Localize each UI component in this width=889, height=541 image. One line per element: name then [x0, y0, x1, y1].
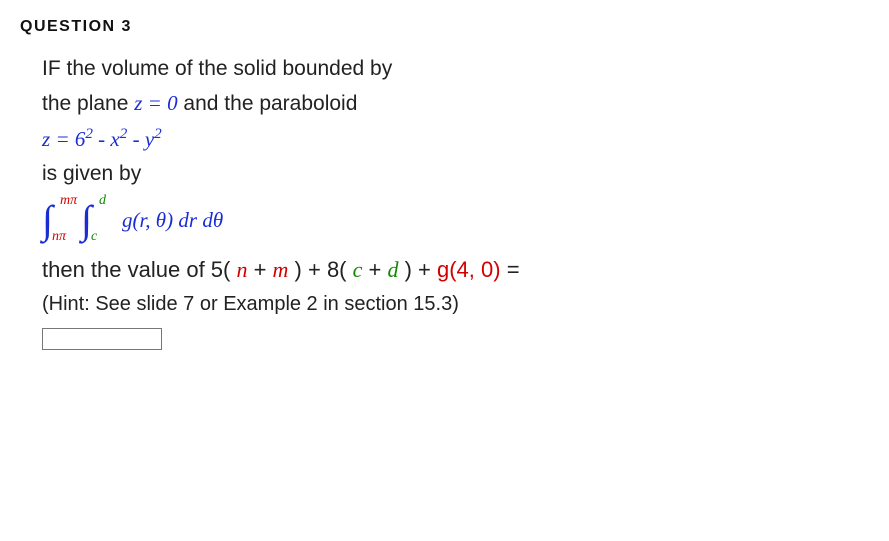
var-d: d: [387, 257, 398, 282]
eq-plane: z = 0: [134, 91, 177, 115]
then-plus-1: +: [247, 257, 272, 282]
line-4: is given by: [42, 159, 869, 189]
double-integral: ∫ mπ nπ ∫ d c g(r, θ) dr dθ: [42, 200, 223, 240]
outer-upper-limit: mπ: [60, 194, 77, 208]
inner-upper-limit: d: [99, 194, 106, 208]
eq-minus-1: -: [93, 127, 111, 151]
question-header: QUESTION 3: [20, 18, 869, 36]
eq-minus-2: -: [127, 127, 145, 151]
then-equals: =: [501, 257, 520, 282]
integrand-g: g: [122, 208, 133, 232]
integrand-theta: θ: [156, 208, 166, 232]
outer-lower-limit: nπ: [52, 230, 66, 244]
eq-equals: =: [50, 127, 75, 151]
question-body: IF the volume of the solid bounded by th…: [20, 54, 869, 353]
line-3-paraboloid: z = 62 - x2 - y2: [42, 124, 869, 155]
then-paren-2: ) + 8(: [288, 257, 352, 282]
line-1: IF the volume of the solid bounded by: [42, 54, 869, 84]
g-eval: g(4, 0): [437, 257, 501, 282]
eq-z: z: [42, 127, 50, 151]
then-text-a: then the value of 5(: [42, 257, 236, 282]
integrand: g(r, θ) dr dθ: [122, 205, 223, 235]
line-2-text-a: the plane: [42, 92, 134, 115]
var-m: m: [273, 257, 289, 282]
eq-6: 6: [75, 127, 86, 151]
then-plus-3: +: [362, 257, 387, 282]
inner-integral-icon: ∫ d c: [81, 200, 92, 240]
eq-y: y: [145, 127, 154, 151]
var-n: n: [236, 257, 247, 282]
integrand-dtheta: dθ: [197, 208, 223, 232]
then-line: then the value of 5( n + m ) + 8( c + d …: [42, 254, 869, 286]
inner-lower-limit: c: [91, 230, 97, 244]
then-paren-4: ) +: [398, 257, 437, 282]
integrand-comma: ,: [145, 208, 156, 232]
var-c: c: [353, 257, 363, 282]
outer-integral-icon: ∫ mπ nπ: [42, 200, 53, 240]
integrand-dr: dr: [173, 208, 197, 232]
hint-line: (Hint: See slide 7 or Example 2 in secti…: [42, 290, 869, 319]
eq-y-sq: 2: [154, 126, 162, 142]
eq-6-sq: 2: [85, 126, 93, 142]
eq-x: x: [110, 127, 119, 151]
answer-input[interactable]: [42, 328, 162, 350]
line-2: the plane z = 0 and the paraboloid: [42, 88, 869, 119]
line-2-text-b: and the paraboloid: [178, 92, 358, 115]
